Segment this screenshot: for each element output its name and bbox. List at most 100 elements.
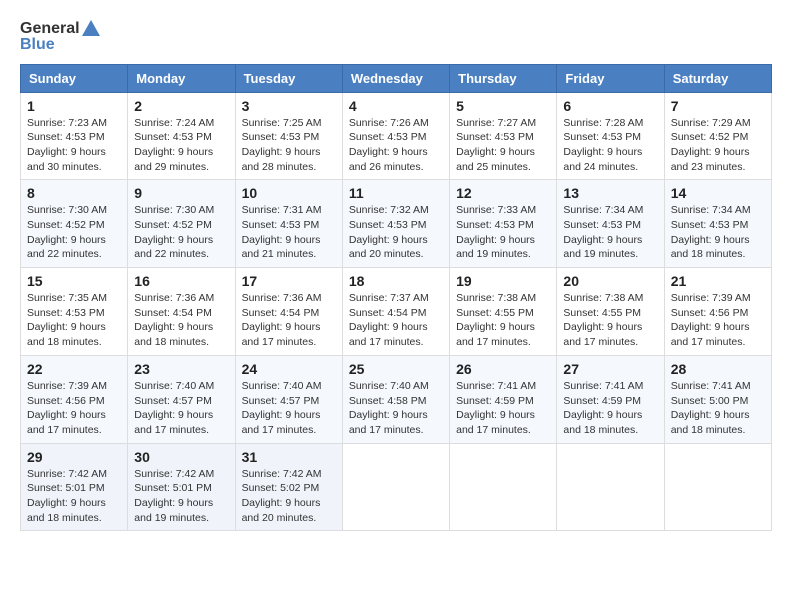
daylight-label: Daylight: 9 hours and 28 minutes. — [242, 146, 321, 173]
day-info: Sunrise: 7:25 AM Sunset: 4:53 PM Dayligh… — [242, 116, 336, 175]
sunrise-label: Sunrise: 7:32 AM — [349, 204, 429, 216]
calendar-cell: 31 Sunrise: 7:42 AM Sunset: 5:02 PM Dayl… — [235, 443, 342, 531]
day-number: 11 — [349, 185, 443, 201]
sunrise-label: Sunrise: 7:24 AM — [134, 117, 214, 129]
calendar-cell: 16 Sunrise: 7:36 AM Sunset: 4:54 PM Dayl… — [128, 268, 235, 356]
calendar-week-row: 22 Sunrise: 7:39 AM Sunset: 4:56 PM Dayl… — [21, 355, 772, 443]
daylight-label: Daylight: 9 hours and 22 minutes. — [27, 234, 106, 261]
day-info: Sunrise: 7:35 AM Sunset: 4:53 PM Dayligh… — [27, 291, 121, 350]
calendar-cell: 26 Sunrise: 7:41 AM Sunset: 4:59 PM Dayl… — [450, 355, 557, 443]
day-info: Sunrise: 7:39 AM Sunset: 4:56 PM Dayligh… — [27, 379, 121, 438]
day-number: 6 — [563, 98, 657, 114]
sunrise-label: Sunrise: 7:40 AM — [242, 380, 322, 392]
sunset-label: Sunset: 4:54 PM — [242, 307, 320, 319]
daylight-label: Daylight: 9 hours and 17 minutes. — [563, 321, 642, 348]
daylight-label: Daylight: 9 hours and 19 minutes. — [563, 234, 642, 261]
day-info: Sunrise: 7:42 AM Sunset: 5:02 PM Dayligh… — [242, 467, 336, 526]
sunrise-label: Sunrise: 7:33 AM — [456, 204, 536, 216]
calendar-cell — [342, 443, 449, 531]
logo-blue: Blue — [20, 36, 55, 54]
calendar-cell: 18 Sunrise: 7:37 AM Sunset: 4:54 PM Dayl… — [342, 268, 449, 356]
sunset-label: Sunset: 5:02 PM — [242, 482, 320, 494]
day-number: 5 — [456, 98, 550, 114]
day-info: Sunrise: 7:28 AM Sunset: 4:53 PM Dayligh… — [563, 116, 657, 175]
calendar-header-row: SundayMondayTuesdayWednesdayThursdayFrid… — [21, 64, 772, 92]
calendar-cell: 13 Sunrise: 7:34 AM Sunset: 4:53 PM Dayl… — [557, 180, 664, 268]
sunset-label: Sunset: 4:53 PM — [349, 219, 427, 231]
sunset-label: Sunset: 5:01 PM — [27, 482, 105, 494]
day-info: Sunrise: 7:29 AM Sunset: 4:52 PM Dayligh… — [671, 116, 765, 175]
calendar-cell: 20 Sunrise: 7:38 AM Sunset: 4:55 PM Dayl… — [557, 268, 664, 356]
day-info: Sunrise: 7:41 AM Sunset: 4:59 PM Dayligh… — [563, 379, 657, 438]
daylight-label: Daylight: 9 hours and 20 minutes. — [242, 497, 321, 524]
calendar-week-row: 29 Sunrise: 7:42 AM Sunset: 5:01 PM Dayl… — [21, 443, 772, 531]
calendar-table: SundayMondayTuesdayWednesdayThursdayFrid… — [20, 64, 772, 532]
day-number: 21 — [671, 273, 765, 289]
calendar-cell: 23 Sunrise: 7:40 AM Sunset: 4:57 PM Dayl… — [128, 355, 235, 443]
sunset-label: Sunset: 5:00 PM — [671, 395, 749, 407]
sunset-label: Sunset: 4:53 PM — [27, 131, 105, 143]
day-number: 17 — [242, 273, 336, 289]
sunset-label: Sunset: 5:01 PM — [134, 482, 212, 494]
day-info: Sunrise: 7:36 AM Sunset: 4:54 PM Dayligh… — [242, 291, 336, 350]
sunrise-label: Sunrise: 7:31 AM — [242, 204, 322, 216]
sunrise-label: Sunrise: 7:30 AM — [134, 204, 214, 216]
day-info: Sunrise: 7:37 AM Sunset: 4:54 PM Dayligh… — [349, 291, 443, 350]
sunset-label: Sunset: 4:55 PM — [456, 307, 534, 319]
day-info: Sunrise: 7:36 AM Sunset: 4:54 PM Dayligh… — [134, 291, 228, 350]
calendar-cell: 3 Sunrise: 7:25 AM Sunset: 4:53 PM Dayli… — [235, 92, 342, 180]
sunset-label: Sunset: 4:53 PM — [242, 219, 320, 231]
sunset-label: Sunset: 4:53 PM — [563, 219, 641, 231]
sunset-label: Sunset: 4:53 PM — [134, 131, 212, 143]
day-info: Sunrise: 7:34 AM Sunset: 4:53 PM Dayligh… — [671, 203, 765, 262]
day-info: Sunrise: 7:41 AM Sunset: 4:59 PM Dayligh… — [456, 379, 550, 438]
sunset-label: Sunset: 4:55 PM — [563, 307, 641, 319]
daylight-label: Daylight: 9 hours and 30 minutes. — [27, 146, 106, 173]
daylight-label: Daylight: 9 hours and 17 minutes. — [242, 409, 321, 436]
day-info: Sunrise: 7:31 AM Sunset: 4:53 PM Dayligh… — [242, 203, 336, 262]
day-info: Sunrise: 7:34 AM Sunset: 4:53 PM Dayligh… — [563, 203, 657, 262]
calendar-cell: 9 Sunrise: 7:30 AM Sunset: 4:52 PM Dayli… — [128, 180, 235, 268]
day-info: Sunrise: 7:40 AM Sunset: 4:57 PM Dayligh… — [242, 379, 336, 438]
day-number: 28 — [671, 361, 765, 377]
sunrise-label: Sunrise: 7:41 AM — [671, 380, 751, 392]
day-info: Sunrise: 7:39 AM Sunset: 4:56 PM Dayligh… — [671, 291, 765, 350]
calendar-cell: 19 Sunrise: 7:38 AM Sunset: 4:55 PM Dayl… — [450, 268, 557, 356]
sunrise-label: Sunrise: 7:42 AM — [27, 468, 107, 480]
sunrise-label: Sunrise: 7:42 AM — [134, 468, 214, 480]
day-number: 12 — [456, 185, 550, 201]
page-header: General Blue — [20, 20, 772, 54]
day-number: 16 — [134, 273, 228, 289]
day-number: 20 — [563, 273, 657, 289]
sunrise-label: Sunrise: 7:41 AM — [456, 380, 536, 392]
calendar-week-row: 1 Sunrise: 7:23 AM Sunset: 4:53 PM Dayli… — [21, 92, 772, 180]
sunrise-label: Sunrise: 7:34 AM — [671, 204, 751, 216]
sunset-label: Sunset: 4:53 PM — [563, 131, 641, 143]
calendar-week-row: 8 Sunrise: 7:30 AM Sunset: 4:52 PM Dayli… — [21, 180, 772, 268]
calendar-cell: 2 Sunrise: 7:24 AM Sunset: 4:53 PM Dayli… — [128, 92, 235, 180]
sunrise-label: Sunrise: 7:40 AM — [349, 380, 429, 392]
daylight-label: Daylight: 9 hours and 18 minutes. — [27, 321, 106, 348]
day-info: Sunrise: 7:30 AM Sunset: 4:52 PM Dayligh… — [134, 203, 228, 262]
calendar-cell: 24 Sunrise: 7:40 AM Sunset: 4:57 PM Dayl… — [235, 355, 342, 443]
sunrise-label: Sunrise: 7:40 AM — [134, 380, 214, 392]
sunset-label: Sunset: 4:52 PM — [134, 219, 212, 231]
calendar-header-saturday: Saturday — [664, 64, 771, 92]
day-info: Sunrise: 7:33 AM Sunset: 4:53 PM Dayligh… — [456, 203, 550, 262]
daylight-label: Daylight: 9 hours and 29 minutes. — [134, 146, 213, 173]
calendar-cell — [664, 443, 771, 531]
sunset-label: Sunset: 4:53 PM — [456, 131, 534, 143]
day-info: Sunrise: 7:27 AM Sunset: 4:53 PM Dayligh… — [456, 116, 550, 175]
calendar-cell — [557, 443, 664, 531]
daylight-label: Daylight: 9 hours and 18 minutes. — [671, 409, 750, 436]
day-number: 29 — [27, 449, 121, 465]
calendar-cell: 4 Sunrise: 7:26 AM Sunset: 4:53 PM Dayli… — [342, 92, 449, 180]
day-number: 19 — [456, 273, 550, 289]
calendar-header-tuesday: Tuesday — [235, 64, 342, 92]
calendar-cell: 17 Sunrise: 7:36 AM Sunset: 4:54 PM Dayl… — [235, 268, 342, 356]
day-number: 25 — [349, 361, 443, 377]
sunrise-label: Sunrise: 7:29 AM — [671, 117, 751, 129]
day-info: Sunrise: 7:40 AM Sunset: 4:57 PM Dayligh… — [134, 379, 228, 438]
sunrise-label: Sunrise: 7:36 AM — [242, 292, 322, 304]
day-number: 13 — [563, 185, 657, 201]
